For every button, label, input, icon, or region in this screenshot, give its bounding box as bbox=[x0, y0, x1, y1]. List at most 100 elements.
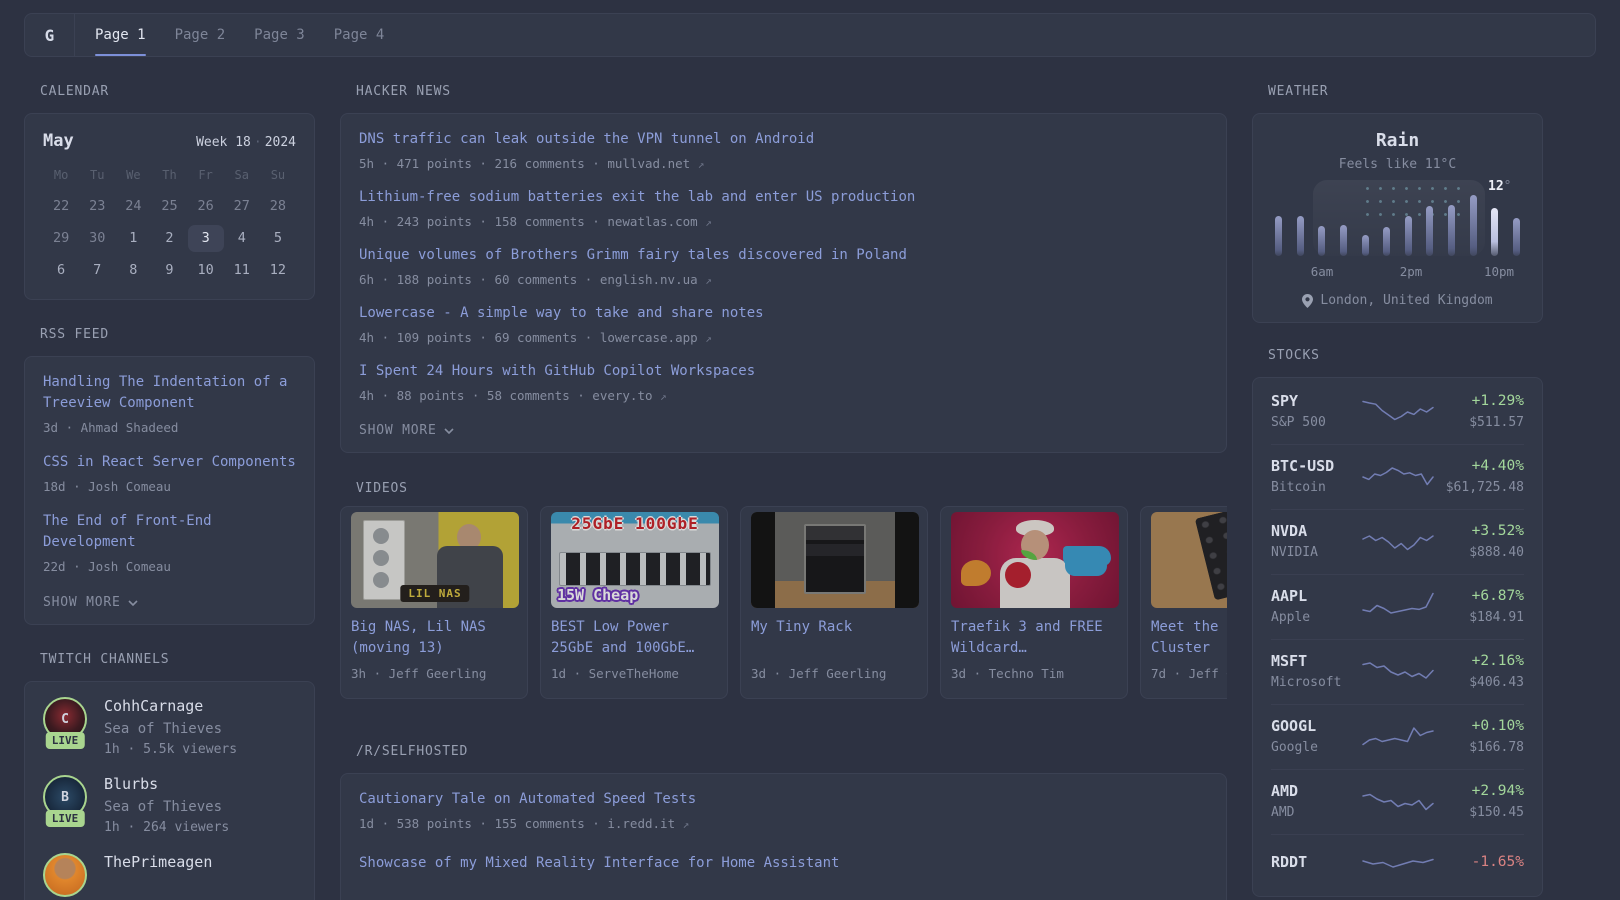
hn-domain-link[interactable]: english.nv.ua bbox=[600, 272, 698, 287]
video-title[interactable]: BEST Low Power 25GbE and 100GbE Switch… bbox=[551, 617, 717, 659]
weather-bars bbox=[1275, 188, 1520, 256]
stock-sparkline bbox=[1361, 460, 1435, 494]
hn-meta-text: 4h · 243 points · 158 comments · bbox=[359, 214, 608, 229]
channel-name[interactable]: CohhCarnage bbox=[104, 697, 237, 716]
video-title[interactable]: Meet the new Linux Cluster bbox=[1151, 617, 1227, 659]
current-temp-label: 12° bbox=[1488, 179, 1511, 194]
video-card: LIL NAS Big NAS, Lil NAS (moving 13) 3h … bbox=[340, 506, 528, 699]
stock-change: +3.52% bbox=[1471, 523, 1524, 539]
stock-row[interactable]: GOOGL Google +0.10% $166.78 bbox=[1271, 705, 1524, 770]
calendar-day: 7 bbox=[93, 262, 102, 278]
hn-show-more[interactable]: SHOW MORE bbox=[359, 423, 454, 438]
hn-item: Unique volumes of Brothers Grimm fairy t… bbox=[359, 245, 1208, 289]
rss-item: CSS in React Server Components 18d · Jos… bbox=[43, 452, 296, 495]
twitch-channel: C LIVE CohhCarnage Sea of Thieves 1h · 5… bbox=[43, 697, 296, 758]
video-thumbnail[interactable] bbox=[751, 512, 919, 608]
day-name: Sa bbox=[234, 168, 249, 182]
nav-tabs: Page 1 Page 2 Page 3 Page 4 bbox=[75, 14, 384, 56]
stock-row[interactable]: MSFT Microsoft +2.16% $406.43 bbox=[1271, 640, 1524, 705]
calendar-day: 22 bbox=[52, 198, 70, 214]
reddit-meta-text: 1d · 538 points · 155 comments · bbox=[359, 816, 608, 831]
stock-change: +0.10% bbox=[1471, 718, 1524, 734]
stock-row[interactable]: NVDA NVIDIA +3.52% $888.40 bbox=[1271, 510, 1524, 575]
video-thumbnail[interactable]: LIL NAS bbox=[351, 512, 519, 608]
hn-domain-link[interactable]: newatlas.com bbox=[607, 214, 697, 229]
weather-bar bbox=[1361, 235, 1369, 256]
video-title[interactable]: My Tiny Rack bbox=[751, 617, 917, 659]
video-thumbnail[interactable] bbox=[951, 512, 1119, 608]
stock-ticker[interactable]: GOOGL bbox=[1271, 717, 1361, 735]
rss-item-title[interactable]: The End of Front-End Development bbox=[43, 511, 296, 553]
reddit-domain-link[interactable]: i.redd.it bbox=[607, 816, 675, 831]
stock-company: Bitcoin bbox=[1271, 480, 1326, 495]
weather-chart: 12° 6am 2pm 10pm bbox=[1275, 179, 1520, 280]
reddit-widget: Cautionary Tale on Automated Speed Tests… bbox=[340, 773, 1227, 900]
tab-page-4[interactable]: Page 4 bbox=[334, 14, 385, 56]
external-link-icon: ↗ bbox=[705, 216, 712, 229]
video-title[interactable]: Big NAS, Lil NAS (moving 13) bbox=[351, 617, 517, 659]
day-name: Mo bbox=[53, 168, 69, 182]
tab-page-1[interactable]: Page 1 bbox=[95, 14, 146, 56]
calendar-day: 29 bbox=[52, 230, 70, 246]
stock-row[interactable]: RDDT -1.65% bbox=[1271, 835, 1524, 894]
app-logo[interactable]: G bbox=[25, 14, 75, 56]
hn-item-title[interactable]: Lithium-free sodium batteries exit the l… bbox=[359, 187, 1208, 208]
stock-row[interactable]: BTC-USD Bitcoin +4.40% $61,725.48 bbox=[1271, 445, 1524, 510]
stock-ticker[interactable]: SPY bbox=[1271, 392, 1361, 410]
channel-meta: 1h · 5.5k viewers bbox=[104, 742, 238, 757]
video-title[interactable]: Traefik 3 and FREE Wildcard… bbox=[951, 617, 1117, 659]
channel-category: Sea of Thieves bbox=[104, 721, 223, 737]
video-thumbnail[interactable]: FAS bbox=[1151, 512, 1227, 608]
hn-domain-link[interactable]: lowercase.app bbox=[600, 330, 698, 345]
stock-row[interactable]: SPY S&P 500 +1.29% $511.57 bbox=[1271, 380, 1524, 445]
tab-page-3[interactable]: Page 3 bbox=[254, 14, 305, 56]
hn-item-title[interactable]: I Spent 24 Hours with GitHub Copilot Wor… bbox=[359, 361, 1208, 382]
weather-bar bbox=[1339, 225, 1347, 256]
channel-meta: 1h · 264 viewers bbox=[104, 820, 230, 835]
stock-row[interactable]: AAPL Apple +6.87% $184.91 bbox=[1271, 575, 1524, 640]
hn-item-title[interactable]: Lowercase - A simple way to take and sha… bbox=[359, 303, 1208, 324]
hn-meta-text: 4h · 109 points · 69 comments · bbox=[359, 330, 600, 345]
stock-ticker[interactable]: NVDA bbox=[1271, 522, 1361, 540]
thumbnail-art bbox=[961, 560, 991, 586]
hn-domain-link[interactable]: every.to bbox=[592, 388, 652, 403]
stock-ticker[interactable]: AAPL bbox=[1271, 587, 1361, 605]
channel-name[interactable]: ThePrimeagen bbox=[104, 853, 212, 872]
tab-page-2[interactable]: Page 2 bbox=[175, 14, 226, 56]
video-thumbnail[interactable]: 25GbE 100GbE 15W Cheap bbox=[551, 512, 719, 608]
stock-ticker[interactable]: MSFT bbox=[1271, 652, 1361, 670]
stock-ticker[interactable]: AMD bbox=[1271, 782, 1361, 800]
day-name: We bbox=[126, 168, 141, 182]
rss-show-more[interactable]: SHOW MORE bbox=[43, 595, 138, 610]
hn-domain-link[interactable]: mullvad.net bbox=[607, 156, 690, 171]
hackernews-section-header: HACKER NEWS bbox=[356, 84, 451, 99]
calendar-day: 12 bbox=[269, 262, 287, 278]
stock-change: +2.94% bbox=[1471, 783, 1524, 799]
weather-bar bbox=[1491, 208, 1499, 256]
stock-change: +2.16% bbox=[1471, 653, 1524, 669]
thumbnail-art bbox=[1194, 512, 1227, 601]
stock-sparkline bbox=[1361, 785, 1435, 819]
calendar-day: 6 bbox=[57, 262, 66, 278]
channel-name[interactable]: Blurbs bbox=[104, 775, 229, 794]
rss-item-title[interactable]: CSS in React Server Components bbox=[43, 452, 296, 473]
reddit-item-title[interactable]: Showcase of my Mixed Reality Interface f… bbox=[359, 853, 1208, 874]
avatar[interactable] bbox=[43, 853, 87, 897]
video-meta: 3h · Jeff Geerling bbox=[351, 666, 487, 681]
external-link-icon: ↗ bbox=[682, 818, 690, 831]
calendar-grid: Mo Tu We Th Fr Sa Su 22 23 24 25 26 27 2… bbox=[43, 166, 296, 284]
reddit-item-title[interactable]: Cautionary Tale on Automated Speed Tests bbox=[359, 789, 1208, 810]
hn-item-title[interactable]: DNS traffic can leak outside the VPN tun… bbox=[359, 129, 1208, 150]
hn-item-title[interactable]: Unique volumes of Brothers Grimm fairy t… bbox=[359, 245, 1208, 266]
stock-sparkline bbox=[1361, 847, 1435, 881]
stock-row[interactable]: AMD AMD +2.94% $150.45 bbox=[1271, 770, 1524, 835]
video-meta: 3d · Techno Tim bbox=[951, 666, 1064, 681]
stock-ticker[interactable]: RDDT bbox=[1271, 853, 1361, 871]
stock-change: +6.87% bbox=[1471, 588, 1524, 604]
stock-sparkline bbox=[1361, 395, 1435, 429]
hn-item: DNS traffic can leak outside the VPN tun… bbox=[359, 129, 1208, 173]
stock-ticker[interactable]: BTC-USD bbox=[1271, 457, 1361, 475]
rss-item-meta: 22d · Josh Comeau bbox=[43, 559, 171, 574]
rss-item-title[interactable]: Handling The Indentation of a Treeview C… bbox=[43, 372, 296, 414]
rss-item: The End of Front-End Development 22d · J… bbox=[43, 511, 296, 575]
